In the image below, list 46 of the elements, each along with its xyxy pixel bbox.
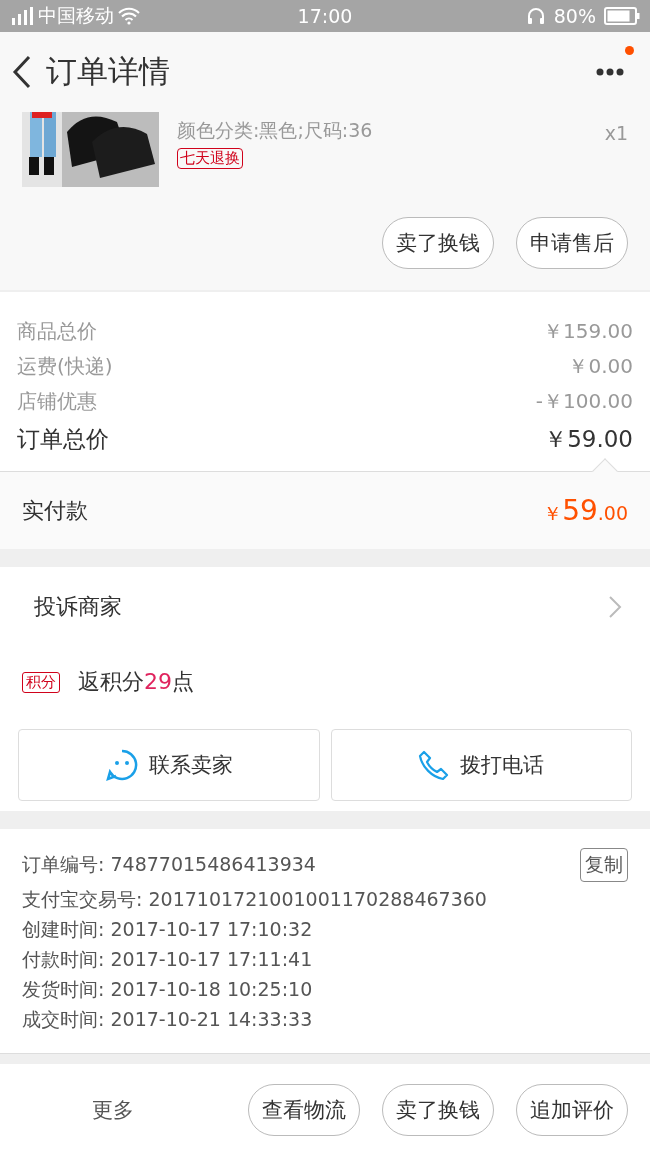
action-button[interactable]: 卖了换钱 [382,1083,494,1136]
price-label: 订单总价 [17,424,109,454]
more-link[interactable]: 更多 [0,1095,226,1124]
price-label: 商品总价 [17,318,97,345]
order-info-text: 发货时间: 2017-10-18 10:25:10 [22,977,313,1002]
order-info-text: 成交时间: 2017-10-21 14:33:33 [22,1007,313,1032]
price-value: ￥159.00 [543,318,633,345]
sku-text: 颜色分类:黑色;尺码:36 [177,118,374,143]
order-info-text: 创建时间: 2017-10-17 17:10:32 [22,917,313,942]
signal-icon [10,6,34,26]
headphones-icon [525,6,546,26]
carrier-name: 中国移动 [38,3,114,28]
phone-icon [418,749,451,781]
page-title: 订单详情 [46,52,171,91]
paid-decimal: .00 [597,502,628,524]
chevron-right-icon [608,595,622,619]
order-info-text: 订单编号: 74877015486413934 [22,852,316,877]
action-button[interactable]: 申请售后 [516,217,628,269]
smiley-chat-icon [104,748,139,782]
paid-currency: ￥ [543,501,563,526]
price-value: -￥100.00 [535,388,633,415]
price-label: 运费(快递) [17,353,113,380]
paid-label: 实付款 [22,496,88,525]
order-info-text: 支付宝交易号: 2017101721001001170288467360 [22,887,487,912]
contact-button[interactable]: 拨打电话 [330,729,632,801]
contact-button[interactable]: 联系卖家 [18,729,320,801]
more-icon[interactable] [596,68,624,76]
order-info-text: 付款时间: 2017-10-17 17:11:41 [22,947,313,972]
quantity-text: x1 [604,122,628,146]
action-button[interactable]: 查看物流 [248,1083,360,1136]
action-button[interactable]: 卖了换钱 [382,217,494,269]
complaint-link[interactable]: 投诉商家 [34,592,122,622]
action-button[interactable]: 追加评价 [516,1083,628,1136]
paid-amount: 59 [562,494,598,527]
price-label: 店铺优惠 [17,388,97,415]
points-text: 返积分29点 [78,668,194,696]
price-value: ￥0.00 [568,353,633,380]
battery-percent: 80% [553,5,596,27]
clock-time: 17:00 [297,5,353,27]
price-value: ￥59.00 [544,424,633,454]
back-icon[interactable] [10,54,32,90]
wifi-icon [118,7,140,25]
copy-button[interactable]: 复制 [580,848,628,882]
return-policy-tag: 七天退换 [177,148,243,169]
battery-icon [604,7,640,25]
points-badge: 积分 [22,671,60,693]
